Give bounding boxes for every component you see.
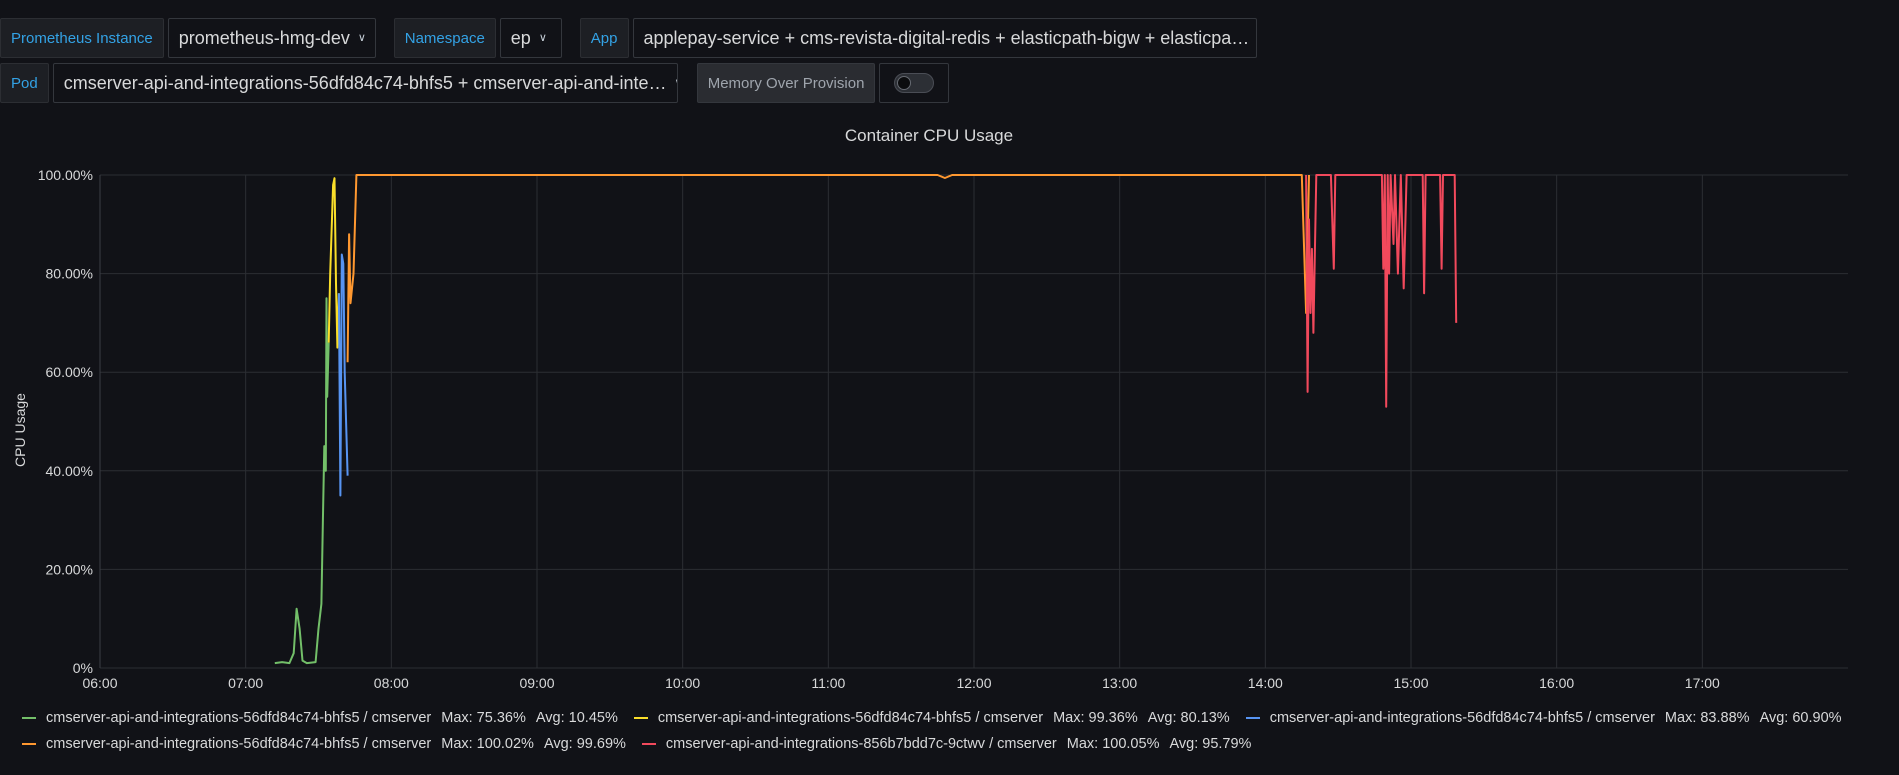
prometheus-instance-value: prometheus-hmg-dev — [178, 28, 350, 48]
y-tick-label: 80.00% — [46, 266, 93, 282]
grid-lines — [99, 174, 1848, 669]
namespace-select[interactable]: ep ∨ — [499, 18, 562, 58]
pod-label: Pod — [0, 63, 49, 103]
legend-avg: Avg: 95.79% — [1169, 736, 1252, 752]
legend-series-name: cmserver-api-and-integrations-56dfd84c74… — [46, 736, 432, 752]
series-line-2 — [337, 253, 349, 497]
legend-avg: Avg: 10.45% — [535, 710, 618, 726]
series-line-0 — [274, 297, 330, 665]
legend-max: Max: 99.36% — [1053, 710, 1138, 726]
series-lines — [274, 174, 1458, 665]
chevron-down-icon: ∨ — [357, 32, 366, 44]
x-tick-label: 13:00 — [1102, 675, 1137, 691]
legend-item[interactable]: cmserver-api-and-integrations-56dfd84c74… — [22, 710, 618, 726]
x-tick-label: 08:00 — [374, 675, 409, 691]
toggle-knob — [897, 76, 912, 90]
x-tick-label: 12:00 — [956, 675, 991, 691]
legend-row-2: cmserver-api-and-integrations-56dfd84c74… — [22, 731, 1892, 757]
legend-series-name: cmserver-api-and-integrations-56dfd84c74… — [46, 710, 432, 726]
namespace-label: Namespace — [393, 18, 496, 58]
legend-series-name: cmserver-api-and-integrations-56dfd84c74… — [1269, 710, 1655, 726]
toggle-track — [894, 73, 935, 93]
legend-item[interactable]: cmserver-api-and-integrations-56dfd84c74… — [633, 710, 1230, 726]
cpu-usage-chart: Container CPU Usage CPU Usage 0% 20.00% 40… — [12, 126, 1848, 691]
legend-avg: Avg: 60.90% — [1759, 710, 1842, 726]
chart-legend: cmserver-api-and-integrations-56dfd84c74… — [22, 705, 1892, 757]
y-tick-labels: 0% 20.00% 40.00% 60.00% 80.00% 100.00% — [38, 167, 93, 676]
pod-select[interactable]: cmserver-api-and-integrations-56dfd84c74… — [52, 63, 678, 103]
legend-series-name: cmserver-api-and-integrations-56dfd84c74… — [657, 710, 1044, 726]
legend-max: Max: 83.88% — [1664, 710, 1750, 726]
chevron-down-icon: ∨ — [674, 64, 676, 102]
app-value: applepay-service + cms-revista-digital-r… — [643, 28, 1250, 48]
chevron-down-icon: ∨ — [538, 32, 547, 44]
legend-swatch — [633, 717, 648, 719]
x-tick-label: 06:00 — [82, 675, 117, 691]
legend-item[interactable]: cmserver-api-and-integrations-856b7bdd7c… — [641, 736, 1252, 752]
legend-series-name: cmserver-api-and-integrations-856b7bdd7c… — [665, 736, 1057, 752]
x-tick-label: 10:00 — [665, 675, 700, 691]
x-tick-labels: 06:00 07:00 08:00 09:00 10:00 11:00 12:00 13:00… — [82, 675, 1720, 691]
prometheus-instance-select[interactable]: prometheus-hmg-dev ∨ — [167, 18, 376, 58]
legend-avg: Avg: 99.69% — [543, 736, 626, 752]
legend-max: Max: 100.02% — [441, 736, 534, 752]
pod-value: cmserver-api-and-integrations-56dfd84c74… — [63, 73, 667, 93]
namespace-value: ep — [510, 28, 531, 48]
x-tick-label: 16:00 — [1539, 675, 1574, 691]
legend-item[interactable]: cmserver-api-and-integrations-56dfd84c74… — [22, 736, 626, 752]
prometheus-instance-label: Prometheus Instance — [0, 18, 164, 58]
memory-over-provision-label: Memory Over Provision — [696, 63, 876, 103]
legend-item[interactable]: cmserver-api-and-integrations-56dfd84c74… — [1245, 710, 1842, 726]
y-tick-label: 40.00% — [46, 463, 93, 479]
y-tick-label: 100.00% — [38, 167, 93, 183]
legend-max: Max: 75.36% — [441, 710, 526, 726]
chart-title: Container CPU Usage — [845, 126, 1013, 145]
y-tick-label: 20.00% — [46, 561, 93, 577]
app-select[interactable]: applepay-service + cms-revista-digital-r… — [632, 18, 1257, 58]
y-axis-label: CPU Usage — [12, 393, 28, 467]
x-tick-label: 09:00 — [519, 675, 554, 691]
x-tick-label: 15:00 — [1393, 675, 1428, 691]
legend-max: Max: 100.05% — [1066, 736, 1160, 752]
legend-swatch — [22, 743, 36, 745]
x-tick-label: 14:00 — [1248, 675, 1283, 691]
legend-row-1: cmserver-api-and-integrations-56dfd84c74… — [22, 705, 1892, 731]
legend-swatch — [1245, 717, 1260, 719]
app-label: App — [579, 18, 629, 58]
legend-swatch — [22, 717, 36, 719]
memory-over-provision-toggle[interactable] — [879, 63, 950, 103]
variables-row-1: Prometheus Instance prometheus-hmg-dev ∨… — [0, 18, 1257, 58]
x-tick-label: 11:00 — [811, 675, 845, 691]
y-tick-label: 0% — [73, 660, 93, 676]
x-tick-label: 17:00 — [1685, 675, 1720, 691]
legend-swatch — [641, 743, 656, 745]
x-tick-label: 07:00 — [228, 675, 263, 691]
series-line-1 — [327, 177, 340, 349]
variables-row-2: Pod cmserver-api-and-integrations-56dfd8… — [0, 63, 950, 103]
y-tick-label: 60.00% — [46, 364, 93, 380]
legend-avg: Avg: 80.13% — [1147, 710, 1230, 726]
